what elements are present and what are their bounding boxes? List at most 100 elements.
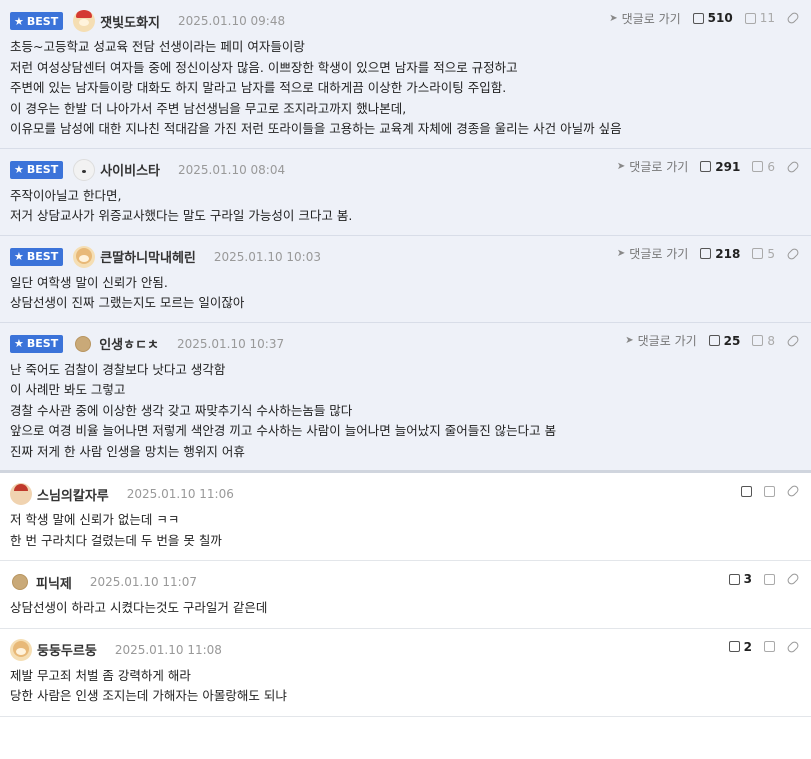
author-nickname[interactable]: 인생ㅎㄷㅊ — [99, 334, 159, 353]
thumbs-down-icon — [764, 641, 775, 652]
downvote-button[interactable] — [764, 485, 775, 497]
link-icon[interactable] — [785, 10, 801, 26]
best-badge: ★ BEST — [10, 334, 64, 353]
downvote-button[interactable] — [764, 573, 775, 585]
best-comment: ★ BEST 큰딸하니막내헤린 2025.01.10 10:03 ➤ 댓글로 가기 218 5… — [0, 235, 811, 323]
author-nickname[interactable]: 사이비스타 — [100, 160, 160, 179]
downvote-button[interactable]: 5 — [752, 247, 775, 261]
downvote-count: 5 — [767, 246, 775, 261]
comment-line: 앞으로 여경 비율 늘어나면 저렇게 색안경 끼고 수사하는 사람이 늘어나면 … — [10, 423, 557, 438]
comment-body: 일단 여학생 말이 신뢰가 안됨. 상담선생이 진짜 그랬는지도 모르는 일이잖아 — [10, 273, 801, 314]
star-icon: ★ — [14, 14, 24, 28]
thumbs-down-icon — [744, 12, 756, 24]
upvote-button[interactable] — [741, 485, 752, 497]
comment-line: 주변에 있는 남자들이랑 대화도 하지 말라고 남자를 적으로 대하게끔 이상한… — [10, 80, 507, 95]
santa-dog-avatar[interactable] — [73, 10, 96, 32]
comment-line: 저런 여성상담센터 여자들 중에 정신이상자 많음. 이쁘장한 학생이 있으면 … — [10, 59, 518, 75]
go-to-reply-label: 댓글로 가기 — [629, 247, 689, 261]
comment-body: 상담선생이 하라고 시켰다는것도 구라일거 같은데 — [10, 598, 801, 619]
best-label: BEST — [26, 163, 59, 176]
white-dog-avatar[interactable] — [73, 158, 96, 181]
author-nickname[interactable]: 잿빛도화지 — [100, 12, 160, 31]
comment-line: 상담선생이 하라고 시켰다는것도 구라일거 같은데 — [10, 600, 268, 615]
author-nickname[interactable]: 피닉제 — [36, 573, 72, 592]
send-arrow-icon: ➤ — [625, 335, 634, 346]
ball-avatar[interactable] — [12, 574, 28, 590]
upvote-button[interactable]: 510 — [692, 11, 733, 25]
upvote-button[interactable]: 291 — [700, 160, 740, 174]
go-to-reply-link[interactable]: ➤ 댓글로 가기 — [609, 10, 680, 27]
link-icon[interactable] — [785, 571, 801, 587]
best-badge: ★ BEST — [10, 247, 64, 266]
comment-line: 초등~고등학교 성교육 전담 선생이라는 페미 여자들이랑 — [10, 39, 305, 54]
comment-date: 2025.01.10 10:37 — [177, 336, 285, 351]
best-comment: ★ BEST 인생ㅎㄷㅊ 2025.01.10 10:37 ➤ 댓글로 가기 25 8 난 죽어… — [0, 322, 811, 473]
thumbs-up-icon — [700, 248, 712, 259]
comment-actions: 3 — [728, 571, 801, 587]
comment-list: ★ BEST 잿빛도화지 2025.01.10 09:48 ➤ 댓글로 가기 510 11 초등… — [0, 0, 811, 717]
comment-line: 이 사례만 봐도 그렇고 — [10, 382, 126, 397]
upvote-count: 291 — [715, 159, 741, 174]
mask-avatar[interactable] — [10, 483, 32, 505]
author-nickname[interactable]: 둥둥두르둥 — [37, 640, 97, 659]
best-label: BEST — [26, 14, 59, 28]
link-icon[interactable] — [785, 639, 801, 654]
author-nickname[interactable]: 스님의칼자루 — [37, 485, 109, 504]
comment-line: 이 경우는 한발 더 나아가서 주변 남선생님을 무고로 조지라고까지 했나본데… — [10, 100, 407, 116]
comment-line: 저거 상담교사가 위증교사했다는 말도 구라일 가능성이 크다고 봄. — [10, 208, 353, 223]
thumbs-down-icon — [752, 335, 764, 346]
comment-line: 상담선생이 진짜 그랬는지도 모르는 일이잖아 — [10, 295, 245, 310]
go-to-reply-link[interactable]: ➤ 댓글로 가기 — [625, 332, 696, 349]
thumbs-down-icon — [764, 485, 775, 497]
best-badge: ★ BEST — [10, 160, 64, 179]
downvote-button[interactable]: 6 — [752, 160, 775, 174]
comment-body: 초등~고등학교 성교육 전담 선생이라는 페미 여자들이랑저런 여성상담센터 여… — [10, 37, 801, 140]
puppy-avatar[interactable] — [10, 638, 32, 661]
ball-avatar[interactable] — [75, 335, 92, 352]
go-to-reply-label: 댓글로 가기 — [629, 160, 689, 174]
comment-line: 일단 여학생 말이 신뢰가 안됨. — [10, 274, 168, 290]
comment-date: 2025.01.10 11:08 — [114, 642, 222, 657]
best-label: BEST — [26, 337, 59, 350]
thumbs-up-icon — [728, 573, 740, 585]
send-arrow-icon: ➤ — [616, 248, 626, 259]
upvote-button[interactable]: 3 — [728, 572, 752, 586]
comment-body: 난 죽어도 검찰이 경찰보다 낫다고 생각함 이 사례만 봐도 그렇고 경찰 수사관… — [10, 360, 801, 463]
comment-line: 제발 무고죄 처벌 좀 강력하게 해라 — [10, 667, 191, 683]
thumbs-down-icon — [764, 573, 775, 585]
upvote-button[interactable]: 2 — [728, 639, 752, 654]
puppy-avatar[interactable] — [73, 245, 96, 268]
author-nickname[interactable]: 큰딸하니막내헤린 — [100, 247, 196, 266]
comment-header: 피닉제 2025.01.10 11:07 — [10, 571, 801, 593]
upvote-button[interactable]: 218 — [700, 247, 740, 261]
comment-actions: ➤ 댓글로 가기 25 8 — [625, 332, 801, 349]
send-arrow-icon: ➤ — [609, 12, 618, 24]
comment-header: 둥둥두르둥 2025.01.10 11:08 — [10, 638, 801, 661]
comment-date: 2025.01.10 09:48 — [178, 14, 286, 28]
comment-actions: ➤ 댓글로 가기 218 5 — [617, 245, 801, 262]
go-to-reply-link[interactable]: ➤ 댓글로 가기 — [617, 158, 688, 175]
link-icon[interactable] — [785, 333, 801, 348]
go-to-reply-label: 댓글로 가기 — [621, 11, 681, 26]
downvote-button[interactable] — [764, 641, 775, 652]
downvote-button[interactable]: 8 — [752, 334, 775, 348]
comment-actions: 2 — [728, 639, 801, 655]
comment: 피닉제 2025.01.10 11:07 3 상담선생이 하라고 시켰다는것도 구라일… — [0, 561, 811, 629]
comment-line: 당한 사람은 인생 조지는데 가해자는 아몰랑해도 되냐 — [10, 688, 287, 703]
link-icon[interactable] — [785, 246, 801, 261]
link-icon[interactable] — [785, 159, 801, 174]
comment-body: 제발 무고죄 처벌 좀 강력하게 해라당한 사람은 인생 조지는데 가해자는 아… — [10, 666, 801, 707]
comment-line: 진짜 저게 한 사람 인생을 망치는 행위지 어휴 — [10, 443, 245, 459]
best-comment: ★ BEST 잿빛도화지 2025.01.10 09:48 ➤ 댓글로 가기 510 11 초등… — [0, 0, 811, 149]
comment-date: 2025.01.10 11:07 — [89, 575, 197, 589]
thumbs-up-icon — [700, 161, 712, 172]
upvote-count: 2 — [743, 639, 752, 654]
comment: 둥둥두르둥 2025.01.10 11:08 2 제발 무고죄 처벌 좀 강력하게 해… — [0, 629, 811, 717]
comment-header: 스님의칼자루 2025.01.10 11:06 — [10, 483, 801, 505]
upvote-count: 218 — [715, 246, 741, 261]
downvote-button[interactable]: 11 — [744, 11, 775, 25]
upvote-button[interactable]: 25 — [708, 334, 740, 348]
go-to-reply-link[interactable]: ➤ 댓글로 가기 — [617, 245, 688, 262]
link-icon[interactable] — [785, 483, 801, 499]
comment-line: 경찰 수사관 중에 이상한 생각 갖고 짜맞추기식 수사하는놈들 많다 — [10, 402, 353, 418]
